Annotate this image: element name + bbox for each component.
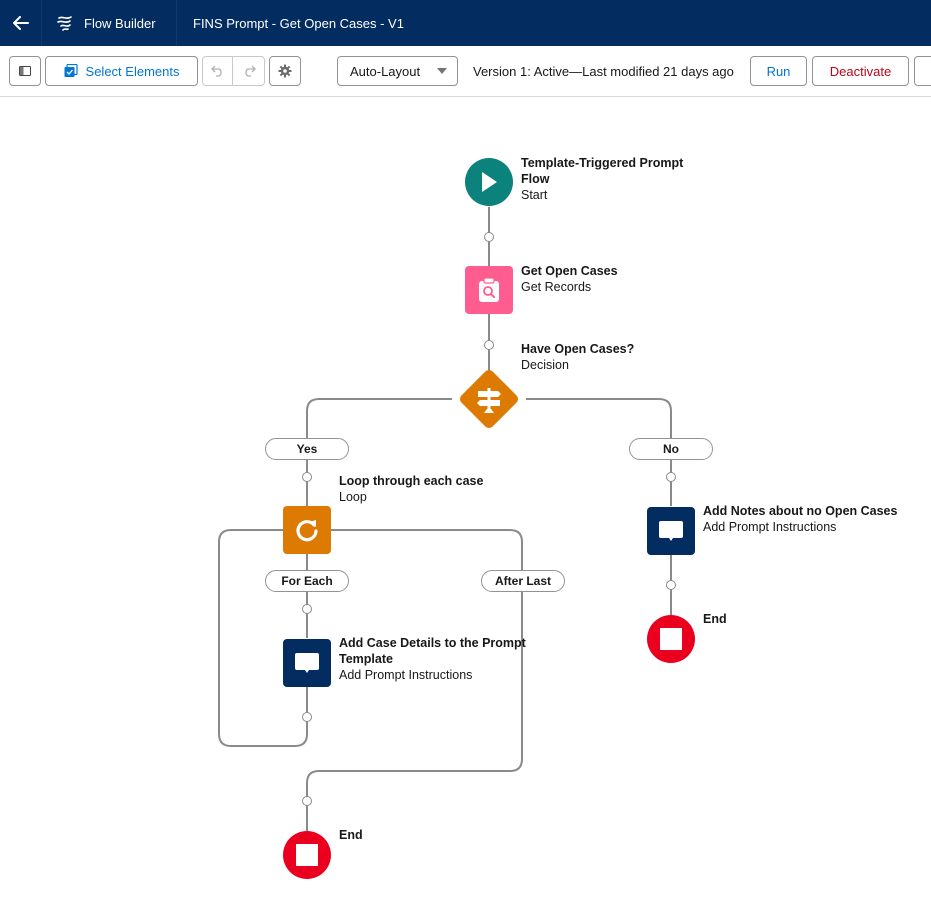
end-right-label: End xyxy=(703,611,727,627)
add-notes-title: Add Notes about no Open Cases xyxy=(703,504,898,518)
loop-icon xyxy=(296,520,318,542)
flow-canvas[interactable]: Template-Triggered Prompt Flow Start Get… xyxy=(0,97,931,913)
branch-for-each[interactable]: For Each xyxy=(265,570,349,592)
add-case-details-node[interactable] xyxy=(283,639,331,687)
end-node-right[interactable] xyxy=(647,615,695,663)
add-element-dot[interactable] xyxy=(302,712,312,722)
add-case-details-title-1: Add Case Details to the Prompt xyxy=(339,636,526,650)
select-elements-icon xyxy=(64,64,78,77)
connector-decision-no xyxy=(526,398,672,438)
version-status: Version 1: Active—Last modified 21 days … xyxy=(473,64,734,79)
layout-select-value: Auto-Layout xyxy=(350,63,421,79)
select-elements-label: Select Elements xyxy=(85,63,180,79)
undo-button[interactable] xyxy=(202,56,233,86)
add-notes-node[interactable] xyxy=(647,507,695,555)
connector-afterlast-end xyxy=(306,592,523,831)
start-label: Template-Triggered Prompt Flow Start xyxy=(521,155,683,203)
get-records-title: Get Open Cases xyxy=(521,264,618,278)
app-name: Flow Builder xyxy=(42,0,177,46)
add-case-details-title-2: Template xyxy=(339,652,393,666)
add-element-dot[interactable] xyxy=(302,472,312,482)
connector-action-back xyxy=(218,529,308,747)
start-title-1: Template-Triggered Prompt xyxy=(521,156,684,170)
layout-select[interactable]: Auto-Layout xyxy=(337,56,458,86)
select-elements-button[interactable]: Select Elements xyxy=(45,56,198,86)
end-right-title: End xyxy=(703,612,727,626)
flow-title: FINS Prompt - Get Open Cases - V1 xyxy=(193,15,404,31)
end-node-bottom[interactable] xyxy=(283,831,331,879)
arrow-left-icon xyxy=(12,16,29,30)
redo-icon xyxy=(244,65,256,77)
add-case-details-subtitle: Add Prompt Instructions xyxy=(339,668,473,682)
more-button[interactable] xyxy=(914,56,931,86)
stop-icon xyxy=(660,628,682,650)
decision-label: Have Open Cases? Decision xyxy=(521,341,634,373)
connector-decision-yes xyxy=(306,398,452,438)
add-notes-label: Add Notes about no Open Cases Add Prompt… xyxy=(703,503,897,535)
connector-loop-afterlast xyxy=(331,529,523,570)
back-button[interactable] xyxy=(0,0,42,46)
decision-title: Have Open Cases? xyxy=(521,342,635,356)
toolbar: Select Elements Auto-Layout Version 1: A… xyxy=(0,46,931,97)
outcome-no[interactable]: No xyxy=(629,438,713,460)
end-bottom-label: End xyxy=(339,827,363,843)
branch-after-last[interactable]: After Last xyxy=(481,570,565,592)
panel-toggle-icon xyxy=(19,66,31,76)
add-notes-subtitle: Add Prompt Instructions xyxy=(703,520,837,534)
undo-icon xyxy=(210,65,222,77)
chevron-down-icon xyxy=(437,68,447,74)
settings-button[interactable] xyxy=(269,56,301,86)
add-element-dot[interactable] xyxy=(302,604,312,614)
start-subtitle: Start xyxy=(521,188,548,202)
app-header: Flow Builder FINS Prompt - Get Open Case… xyxy=(0,0,931,46)
decision-node[interactable] xyxy=(459,369,519,429)
start-title-2: Flow xyxy=(521,172,550,186)
gear-icon xyxy=(278,64,292,78)
clipboard-search-icon xyxy=(479,277,499,302)
toggle-panel-button[interactable] xyxy=(9,56,41,86)
get-records-subtitle: Get Records xyxy=(521,280,592,294)
outcome-yes[interactable]: Yes xyxy=(265,438,349,460)
get-open-cases-label: Get Open Cases Get Records xyxy=(521,263,618,295)
chat-bubble-icon xyxy=(659,521,683,541)
decision-subtitle: Decision xyxy=(521,358,569,372)
get-open-cases-node[interactable] xyxy=(465,266,513,314)
add-element-dot[interactable] xyxy=(666,580,676,590)
loop-node[interactable] xyxy=(283,506,331,554)
end-bottom-title: End xyxy=(339,828,363,842)
stop-icon xyxy=(296,844,318,866)
add-element-dot[interactable] xyxy=(302,796,312,806)
add-case-details-label: Add Case Details to the Prompt Template … xyxy=(339,635,526,683)
add-element-dot[interactable] xyxy=(666,472,676,482)
start-node[interactable] xyxy=(465,158,513,206)
app-name-label: Flow Builder xyxy=(84,15,156,31)
loop-title: Loop through each case xyxy=(339,474,484,488)
flow-icon xyxy=(57,16,72,31)
loop-label: Loop through each case Loop xyxy=(339,473,483,505)
play-icon xyxy=(482,172,497,192)
add-element-dot[interactable] xyxy=(484,340,494,350)
redo-button[interactable] xyxy=(232,56,265,86)
run-button[interactable]: Run xyxy=(750,56,807,86)
chat-bubble-icon xyxy=(295,653,319,673)
deactivate-button[interactable]: Deactivate xyxy=(812,56,909,86)
signpost-icon xyxy=(459,369,519,429)
loop-subtitle: Loop xyxy=(339,490,367,504)
add-element-dot[interactable] xyxy=(484,232,494,242)
